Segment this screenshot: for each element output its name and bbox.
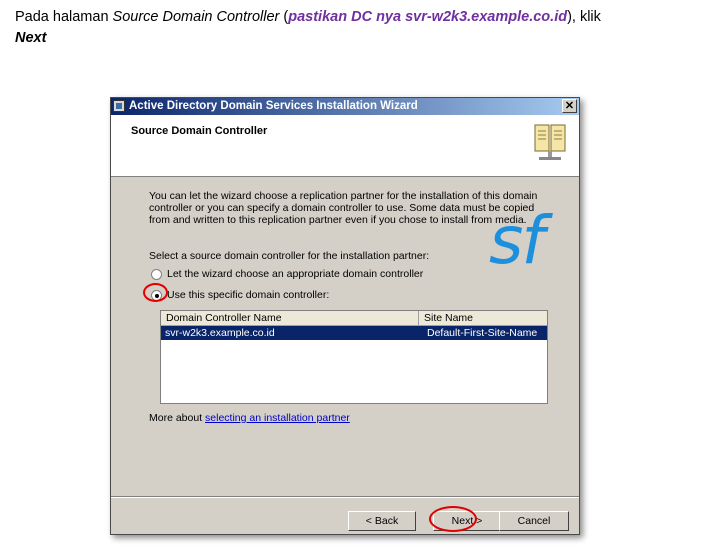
annotation-circle-next [429,506,477,532]
table-row[interactable]: svr-w2k3.example.co.id Default-First-Sit… [161,326,547,340]
button-separator [111,496,579,498]
more-prefix: More about [149,412,206,424]
highlight-text: pastikan DC nya svr-w2k3.example.co.id [288,9,568,25]
more-about-line: More about selecting an installation par… [149,412,551,424]
page-title: Source Domain Controller [131,125,268,137]
sf-watermark-logo: sf [489,202,545,279]
next-word: Next [15,30,47,46]
back-button[interactable]: < Back [348,511,416,531]
paren-close: ), klik [567,9,601,25]
radio-specific-label: Use this specific domain controller: [167,289,330,301]
radio-auto-label: Let the wizard choose an appropriate dom… [167,268,424,280]
list-header: Domain Controller Name Site Name [161,311,547,326]
cancel-button[interactable]: Cancel [499,511,569,531]
row-dc-name: svr-w2k3.example.co.id [165,327,275,339]
page-name-text: Source Domain Controller [112,9,280,25]
row-site-name: Default-First-Site-Name [427,327,538,339]
close-icon[interactable]: ✕ [562,99,577,113]
app-icon [113,100,125,112]
book-icon [534,124,566,160]
wizard-dialog: Active Directory Domain Services Install… [110,97,580,535]
wizard-header: Source Domain Controller [111,115,579,177]
intro-text: Pada halaman [15,9,113,25]
domain-controller-list[interactable]: Domain Controller Name Site Name svr-w2k… [160,310,548,404]
annotation-circle-radio [143,283,168,302]
title-bar: Active Directory Domain Services Install… [111,98,579,115]
paren-open: ( [279,9,289,25]
column-header-site[interactable]: Site Name [419,311,547,325]
window-title: Active Directory Domain Services Install… [129,100,418,112]
radio-auto[interactable] [151,269,162,280]
column-header-name[interactable]: Domain Controller Name [161,311,419,325]
installation-partner-link[interactable]: selecting an installation partner [205,412,350,424]
instruction-text: Pada halaman Source Domain Controller (p… [15,7,695,49]
